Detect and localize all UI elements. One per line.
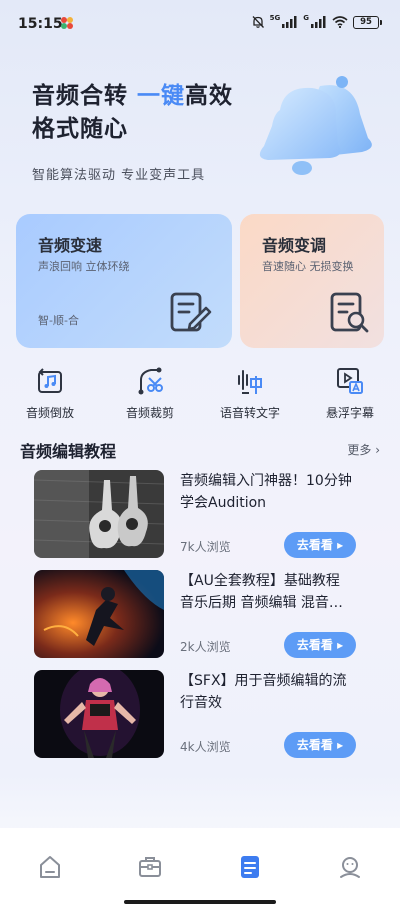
wifi-icon xyxy=(332,16,348,28)
card-subtitle: 声浪回响 立体环绕 xyxy=(38,260,130,273)
card-title: 音频变速 xyxy=(38,236,103,255)
view-button[interactable]: 去看看 ▸ xyxy=(284,732,356,758)
article-thumbnail xyxy=(34,570,164,658)
edit-document-icon xyxy=(170,292,212,332)
bottom-nav xyxy=(0,828,400,911)
article-thumbnail xyxy=(34,470,164,558)
toolbox-icon[interactable] xyxy=(137,854,163,880)
hero-title-part1: 音频合转 xyxy=(32,83,138,109)
home-icon[interactable] xyxy=(37,854,63,880)
voice-to-text-icon xyxy=(238,370,262,394)
tool-audio-trim[interactable]: 音频裁剪 xyxy=(105,366,195,421)
signal-icon-2 xyxy=(311,16,326,28)
view-button[interactable]: 去看看 ▸ xyxy=(284,632,356,658)
mute-bell-icon xyxy=(252,16,264,28)
article-title: 音频编辑入门神器！10分钟学会Audition xyxy=(180,473,352,511)
tool-label: 语音转文字 xyxy=(219,406,280,420)
article-views: 2k人浏览 xyxy=(180,640,231,654)
network-type-label: 5G xyxy=(269,14,281,22)
hero-title-accent: 一键 xyxy=(137,83,186,109)
network-type-label-2: G xyxy=(303,14,309,22)
feature-card-pitch[interactable]: 音频变调 音速随心 无损变换 xyxy=(240,214,384,348)
profile-icon[interactable] xyxy=(337,854,363,880)
card-tag: 智-顺-合 xyxy=(38,314,79,327)
search-document-icon xyxy=(330,292,369,333)
tool-audio-reverse[interactable]: 音频倒放 xyxy=(5,366,95,421)
battery-level: 95 xyxy=(353,15,379,29)
scissors-icon xyxy=(138,367,163,395)
music-reverse-icon xyxy=(38,368,62,393)
tool-voice-to-text[interactable]: 语音转文字 xyxy=(205,366,295,421)
article-views: 4k人浏览 xyxy=(180,740,231,754)
tool-label: 悬浮字幕 xyxy=(325,406,374,420)
article-thumbnail xyxy=(34,670,164,758)
feature-card-speed[interactable]: 音频变速 声浪回响 立体环绕 智-顺-合 xyxy=(16,214,232,348)
article-item[interactable]: 【SFX】用于音频编辑的流行音效 4k人浏览 去看看 ▸ xyxy=(34,670,358,760)
battery-icon: 95 xyxy=(353,15,382,29)
tool-label: 音频倒放 xyxy=(25,406,74,420)
home-indicator[interactable] xyxy=(124,900,276,904)
document-icon[interactable] xyxy=(237,854,263,880)
section-title: 音频编辑教程 xyxy=(20,442,117,461)
hero-subtitle: 智能算法驱动 专业变声工具 xyxy=(32,168,206,183)
signal-icon xyxy=(282,16,297,28)
hero-title: 音频合转 一键高效格式随心 xyxy=(32,80,242,146)
article-title: 【SFX】用于音频编辑的流行音效 xyxy=(180,673,347,711)
app-notification-icon xyxy=(61,17,73,29)
more-link[interactable]: 更多 › xyxy=(347,441,380,458)
bell-illustration xyxy=(259,76,372,175)
status-time: 15:15 xyxy=(18,16,63,32)
article-views: 7k人浏览 xyxy=(180,540,231,554)
status-icons: 5G G 95 xyxy=(251,14,382,29)
article-item[interactable]: 音频编辑入门神器！10分钟学会Audition 7k人浏览 去看看 ▸ xyxy=(34,470,358,560)
view-button[interactable]: 去看看 ▸ xyxy=(284,532,356,558)
status-bar: 15:15 5G G 95 xyxy=(0,0,400,48)
tool-label: 音频裁剪 xyxy=(125,406,174,420)
tool-floating-subtitle[interactable]: 悬浮字幕 xyxy=(305,366,395,421)
floating-subtitle-icon xyxy=(337,368,363,394)
article-item[interactable]: 【AU全套教程】基础教程 音乐后期 音频编辑 混音… 2k人浏览 去看看 ▸ xyxy=(34,570,358,660)
card-subtitle: 音速随心 无损变换 xyxy=(262,260,354,273)
article-title: 【AU全套教程】基础教程 音乐后期 音频编辑 混音… xyxy=(180,573,343,611)
card-title: 音频变调 xyxy=(262,236,327,255)
